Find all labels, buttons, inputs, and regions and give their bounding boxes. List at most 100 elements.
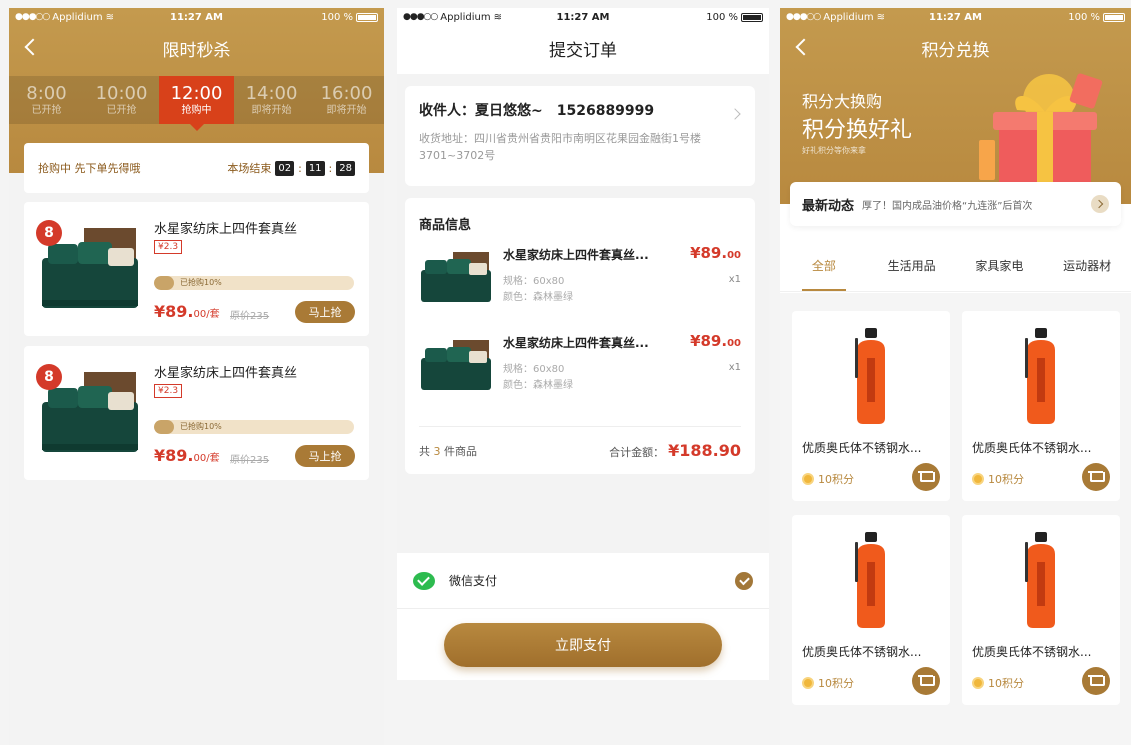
order-header: ●●●○○ Applidium ≋ 11:27 AM 100 % 提交订单 xyxy=(397,8,769,74)
signal-icon: ●●●○○ xyxy=(15,12,50,22)
sold-progress-fill xyxy=(154,276,174,290)
time-slot[interactable]: 8:00 已开抢 xyxy=(9,76,84,124)
page-title: 积分兑换 xyxy=(921,40,990,61)
cart-icon[interactable] xyxy=(912,667,940,695)
bedding-image xyxy=(419,334,493,394)
category-tabs: 全部 生活用品 家具家电 运动器材 xyxy=(780,252,1131,292)
carrier: Applidium xyxy=(52,11,103,23)
price-unit: /套 xyxy=(206,453,220,464)
signal-icon: ●●●○○ xyxy=(403,12,438,22)
status-bar: ●●●○○ Applidium ≋ 11:27 AM 100 % xyxy=(780,8,1131,26)
bottle-image xyxy=(976,321,1106,431)
coin-icon xyxy=(802,677,814,689)
back-icon[interactable] xyxy=(23,37,37,57)
submit-order-screen: ●●●○○ Applidium ≋ 11:27 AM 100 % 提交订单 收件人：… xyxy=(397,8,769,680)
price-dec: 00 xyxy=(727,250,741,261)
pay-now-button[interactable]: 立即支付 xyxy=(444,623,722,667)
back-icon[interactable] xyxy=(794,37,808,57)
tab-all[interactable]: 全部 xyxy=(780,252,868,291)
price-int: ¥89. xyxy=(690,332,728,350)
countdown-label: 本场结束 xyxy=(227,162,272,175)
product-points: 10积分 xyxy=(802,471,854,487)
cart-icon[interactable] xyxy=(1082,463,1110,491)
product-name: 优质奥氏体不锈钢水... xyxy=(802,645,922,659)
bottle-image xyxy=(806,525,936,635)
carrier: Applidium xyxy=(823,11,874,23)
goods-spec: 规格：60x80 颜色：森林墨绿 xyxy=(503,362,573,394)
item-price: ¥89.00/套 xyxy=(154,302,220,321)
goods-name: 水星家纺床上四件套真丝... xyxy=(503,248,649,262)
total-label: 合计金额： xyxy=(609,446,665,459)
old-price: 原价235 xyxy=(230,455,270,466)
cart-icon[interactable] xyxy=(1082,667,1110,695)
slot-time: 16:00 xyxy=(320,82,373,104)
goods-item[interactable]: 水星家纺床上四件套真丝... ¥89.00 规格：60x80 颜色：森林墨绿 x1 xyxy=(419,244,741,316)
tab-daily-goods[interactable]: 生活用品 xyxy=(868,252,956,291)
battery-text: 100 % xyxy=(1068,11,1100,23)
news-ticker[interactable]: 最新动态 厚了！国内成品油价格“九连涨”后首次 xyxy=(790,182,1121,226)
sold-progress: 已抢购10% xyxy=(154,276,354,290)
countdown-hours: 02 xyxy=(275,160,295,176)
points-value: 10积分 xyxy=(988,473,1024,486)
tab-appliances[interactable]: 家具家电 xyxy=(956,252,1044,291)
receiver-phone: 1526889999 xyxy=(556,103,655,119)
discount-badge: 8 xyxy=(36,220,62,246)
slot-time: 14:00 xyxy=(245,82,298,104)
time-slot[interactable]: 14:00 即将开始 xyxy=(234,76,309,124)
buy-now-button[interactable]: 马上抢 xyxy=(295,445,355,467)
sold-progress-label: 已抢购10% xyxy=(180,422,222,431)
navbar: 限时秒杀 xyxy=(9,26,384,70)
product-points: 10积分 xyxy=(972,675,1024,691)
battery-text: 100 % xyxy=(321,11,353,23)
item-price: ¥89.00/套 xyxy=(154,446,220,465)
tab-sports[interactable]: 运动器材 xyxy=(1043,252,1131,291)
slot-state: 已开抢 xyxy=(106,104,137,116)
sold-progress-fill xyxy=(154,420,174,434)
countdown-bar: 抢购中 先下单先得哦 本场结束 02: 11: 28 xyxy=(24,143,369,193)
flash-item-card[interactable]: 8 水星家纺床上四件套真丝 ¥2.3 已抢购10% ¥89.00/套 原价235… xyxy=(24,346,369,480)
cart-icon[interactable] xyxy=(912,463,940,491)
address-line: 收货地址：四川省贵州省贵阳市南明区花果园金融街1号楼3701~3702号 xyxy=(419,132,701,162)
time-slot-bar: 8:00 已开抢 10:00 已开抢 12:00 抢购中 14:00 即将开始 16:0… xyxy=(9,76,384,131)
slot-state: 即将开始 xyxy=(251,104,292,116)
product-card[interactable]: 优质奥氏体不锈钢水... 10积分 xyxy=(792,311,950,501)
navbar: 积分兑换 xyxy=(780,26,1131,70)
address-card[interactable]: 收件人：夏日悠悠~ 1526889999 收货地址：四川省贵州省贵阳市南明区花果园… xyxy=(405,86,755,186)
order-total: 合计金额： ¥188.90 xyxy=(609,441,741,460)
bottle-image xyxy=(976,525,1106,635)
old-price: 原价235 xyxy=(230,311,270,322)
time-slot[interactable]: 16:00 即将开始 xyxy=(309,76,384,124)
time-slot[interactable]: 10:00 已开抢 xyxy=(84,76,159,124)
goods-name: 水星家纺床上四件套真丝... xyxy=(503,336,649,350)
buy-now-button[interactable]: 马上抢 xyxy=(295,301,355,323)
chevron-right-icon[interactable] xyxy=(1091,195,1109,213)
flash-sale-screen: ●●●○○ Applidium ≋ 11:27 AM 100 % 限时秒杀 8:00… xyxy=(9,8,384,745)
points-value: 10积分 xyxy=(988,677,1024,690)
news-content: 厚了！国内成品油价格“九连涨”后首次 xyxy=(862,200,1033,212)
price-dec: 00 xyxy=(193,453,207,464)
product-card[interactable]: 优质奥氏体不锈钢水... 10积分 xyxy=(962,311,1120,501)
wifi-icon: ≋ xyxy=(493,11,502,23)
flash-item-card[interactable]: 8 水星家纺床上四件套真丝 ¥2.3 已抢购10% ¥89.00/套 原价235… xyxy=(24,202,369,336)
pay-method-row[interactable]: 微信支付 xyxy=(397,553,769,609)
product-name: 优质奥氏体不锈钢水... xyxy=(802,441,922,455)
coin-icon xyxy=(802,473,814,485)
check-icon[interactable] xyxy=(735,571,753,590)
item-tag: ¥2.3 xyxy=(154,240,183,254)
slot-state: 即将开始 xyxy=(326,104,367,116)
receiver-name: 收件人：夏日悠悠~ xyxy=(419,103,543,119)
points-header: ●●●○○ Applidium ≋ 11:27 AM 100 % 积分兑换 积分大换… xyxy=(780,8,1131,204)
price-int: ¥89. xyxy=(154,446,194,465)
price-dec: 00 xyxy=(727,338,741,349)
time-slot-active[interactable]: 12:00 抢购中 xyxy=(159,76,234,131)
price-unit: /套 xyxy=(206,309,220,320)
points-value: 10积分 xyxy=(818,677,854,690)
goods-price: ¥89.00 xyxy=(690,332,741,350)
goods-item[interactable]: 水星家纺床上四件套真丝... ¥89.00 规格：60x80 颜色：森林墨绿 x1 xyxy=(419,332,741,404)
product-card[interactable]: 优质奥氏体不锈钢水... 10积分 xyxy=(792,515,950,705)
receiver: 收件人：夏日悠悠~ 1526889999 xyxy=(419,100,741,120)
slot-time: 10:00 xyxy=(95,82,148,104)
points-value: 10积分 xyxy=(818,473,854,486)
battery-icon xyxy=(1103,12,1125,22)
product-card[interactable]: 优质奥氏体不锈钢水... 10积分 xyxy=(962,515,1120,705)
